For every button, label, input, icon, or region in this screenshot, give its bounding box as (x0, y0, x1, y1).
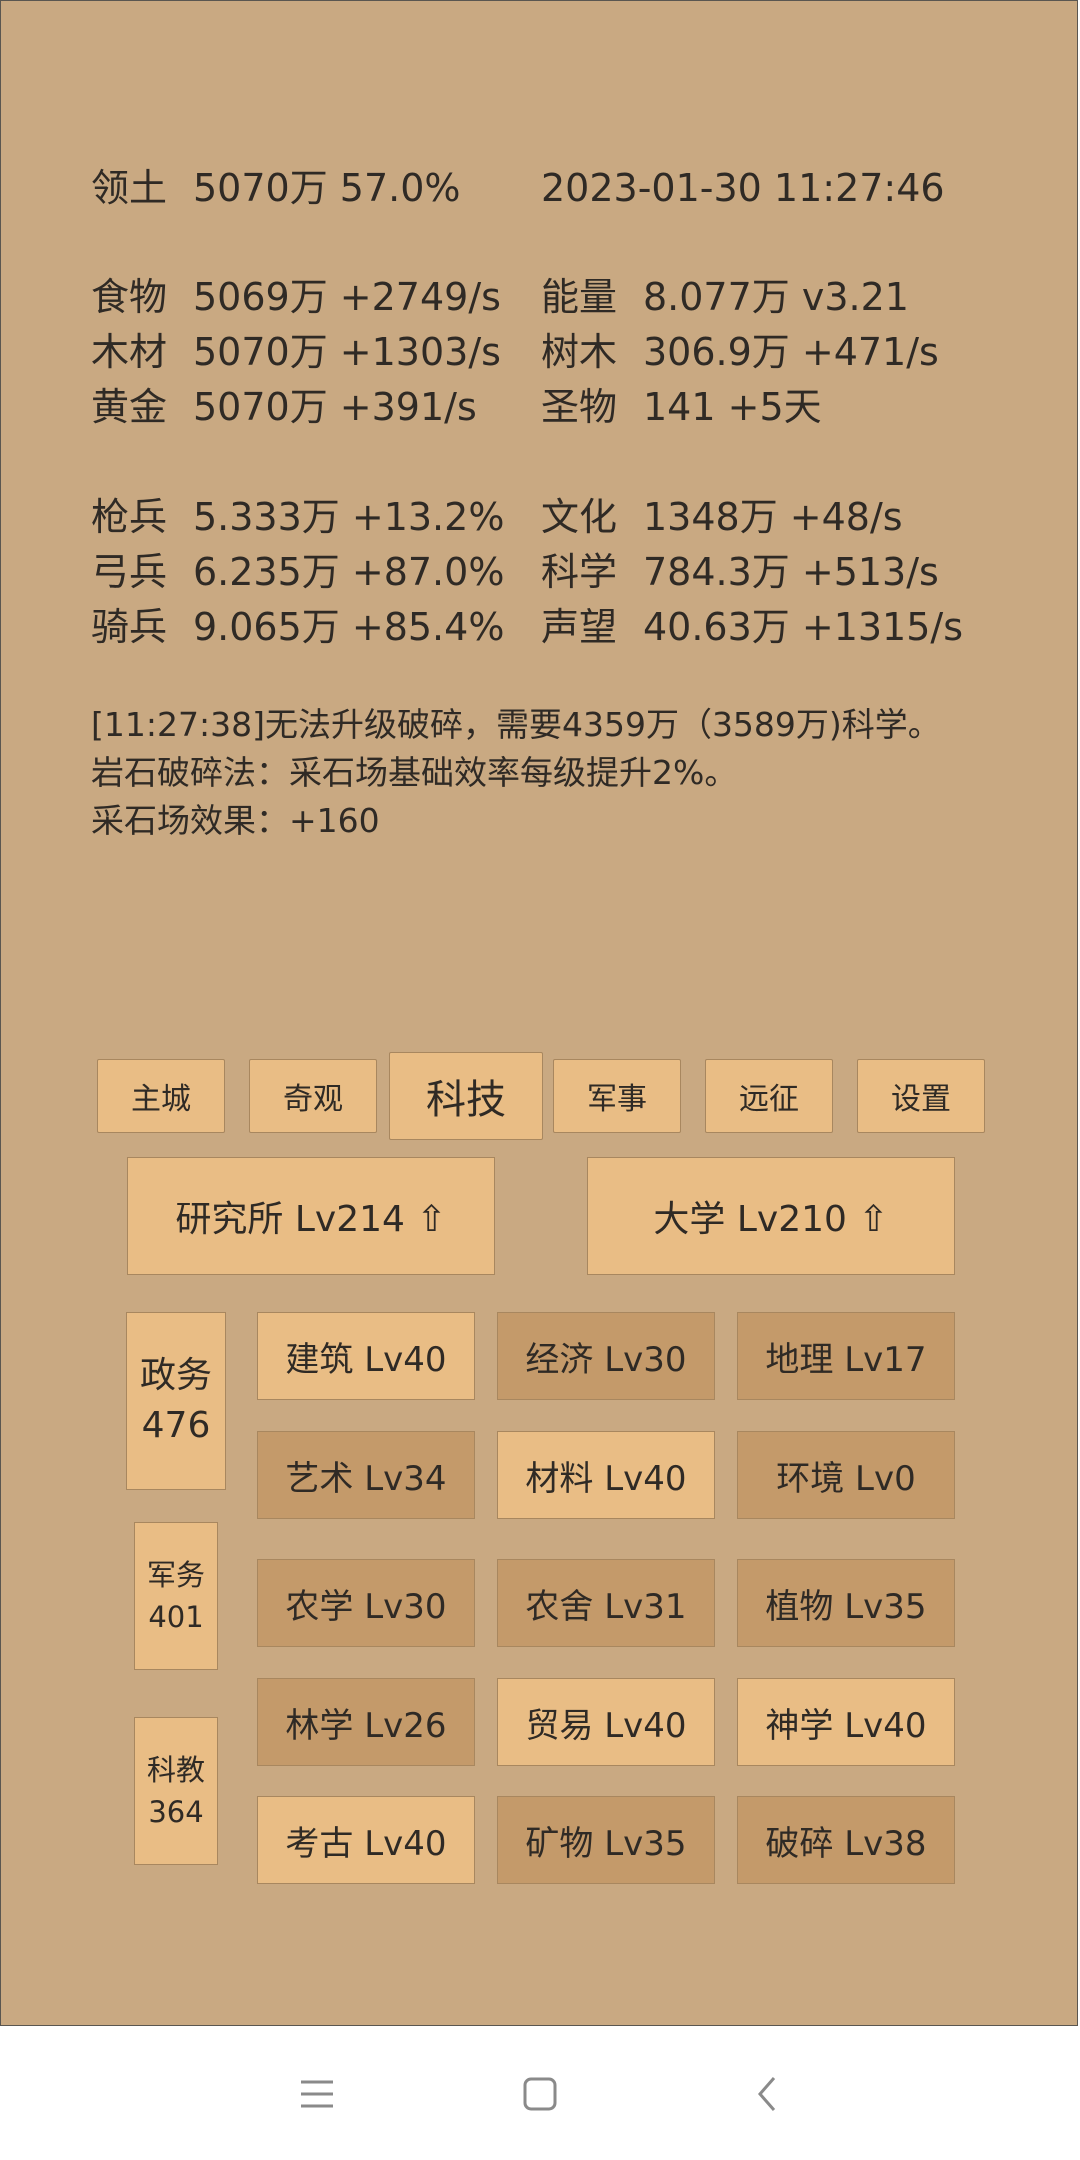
tech-trade-button[interactable]: 贸易 Lv40 (497, 1678, 715, 1766)
category-name: 政务 (139, 1355, 212, 1396)
tech-agronomy-button[interactable]: 农学 Lv30 (257, 1559, 475, 1647)
tech-economy-button[interactable]: 经济 Lv30 (497, 1312, 715, 1400)
tech-botany-button[interactable]: 植物 Lv35 (737, 1559, 955, 1647)
stat-label: 领土 (91, 166, 168, 210)
stat-value: 784.3万 +513/s (643, 550, 939, 594)
tech-forestry-button[interactable]: 林学 Lv26 (257, 1678, 475, 1766)
tech-construction-button[interactable]: 建筑 Lv40 (257, 1312, 475, 1400)
home-icon[interactable] (512, 2066, 568, 2122)
tech-theology-button[interactable]: 神学 Lv40 (737, 1678, 955, 1766)
stat-value: 8.077万 v3.21 (643, 275, 909, 319)
research-institute-upgrade-button[interactable]: 研究所 Lv214 ⇧ (127, 1157, 495, 1275)
stat-value: 5070万 +391/s (193, 385, 477, 429)
category-military-affairs-button[interactable]: 军务 401 (134, 1522, 218, 1670)
category-count: 401 (148, 1600, 204, 1634)
tech-archaeology-button[interactable]: 考古 Lv40 (257, 1796, 475, 1884)
stat-label: 食物 (91, 275, 168, 319)
category-count: 476 (141, 1405, 211, 1446)
tab-settings[interactable]: 设置 (857, 1059, 985, 1133)
stat-value: 9.065万 +85.4% (193, 605, 505, 649)
tab-wonders[interactable]: 奇观 (249, 1059, 377, 1133)
stat-label: 枪兵 (91, 495, 168, 539)
stat-label: 黄金 (91, 385, 168, 429)
datetime-display: 2023-01-30 11:27:46 (541, 166, 945, 210)
tab-main-city[interactable]: 主城 (97, 1059, 225, 1133)
tech-crushing-button[interactable]: 破碎 Lv38 (737, 1796, 955, 1884)
stat-label: 木材 (91, 330, 168, 374)
log-line: 采石场效果：+160 (91, 801, 380, 840)
stat-value: 5069万 +2749/s (193, 275, 501, 319)
category-name: 军务 (146, 1558, 205, 1592)
stat-label: 弓兵 (91, 550, 168, 594)
category-government-button[interactable]: 政务 476 (126, 1312, 226, 1490)
stat-value: 5.333万 +13.2% (193, 495, 505, 539)
back-icon[interactable] (740, 2066, 796, 2122)
stat-label: 声望 (541, 605, 618, 649)
stat-label: 科学 (541, 550, 618, 594)
stat-label: 文化 (541, 495, 618, 539)
category-education-button[interactable]: 科教 364 (134, 1717, 218, 1865)
university-upgrade-button[interactable]: 大学 Lv210 ⇧ (587, 1157, 955, 1275)
log-line: 岩石破碎法：采石场基础效率每级提升2%。 (91, 753, 738, 792)
stat-value: 306.9万 +471/s (643, 330, 939, 374)
stat-value: 40.63万 +1315/s (643, 605, 964, 649)
tech-farmhouse-button[interactable]: 农舍 Lv31 (497, 1559, 715, 1647)
stat-label: 树木 (541, 330, 618, 374)
stat-value: 5070万 57.0% (193, 166, 461, 210)
tab-technology[interactable]: 科技 (389, 1052, 543, 1140)
stat-value: 1348万 +48/s (643, 495, 903, 539)
system-navigation-bar (0, 2026, 1080, 2160)
category-name: 科教 (146, 1753, 205, 1787)
stat-value: 5070万 +1303/s (193, 330, 501, 374)
tech-minerals-button[interactable]: 矿物 Lv35 (497, 1796, 715, 1884)
tab-military[interactable]: 军事 (553, 1059, 681, 1133)
tab-expedition[interactable]: 远征 (705, 1059, 833, 1133)
tech-art-button[interactable]: 艺术 Lv34 (257, 1431, 475, 1519)
game-screen: 领土 5070万 57.0% 2023-01-30 11:27:46 食物 50… (0, 0, 1078, 2026)
category-count: 364 (148, 1795, 204, 1829)
tech-geography-button[interactable]: 地理 Lv17 (737, 1312, 955, 1400)
tech-environment-button[interactable]: 环境 Lv0 (737, 1431, 955, 1519)
menu-icon[interactable] (289, 2066, 345, 2122)
tech-materials-button[interactable]: 材料 Lv40 (497, 1431, 715, 1519)
stat-value: 6.235万 +87.0% (193, 550, 505, 594)
log-line: [11:27:38]无法升级破碎，需要4359万（3589万)科学。 (91, 705, 941, 744)
stat-label: 圣物 (541, 385, 618, 429)
stat-value: 141 +5天 (643, 385, 822, 429)
stat-label: 骑兵 (91, 605, 168, 649)
stat-label: 能量 (541, 275, 618, 319)
